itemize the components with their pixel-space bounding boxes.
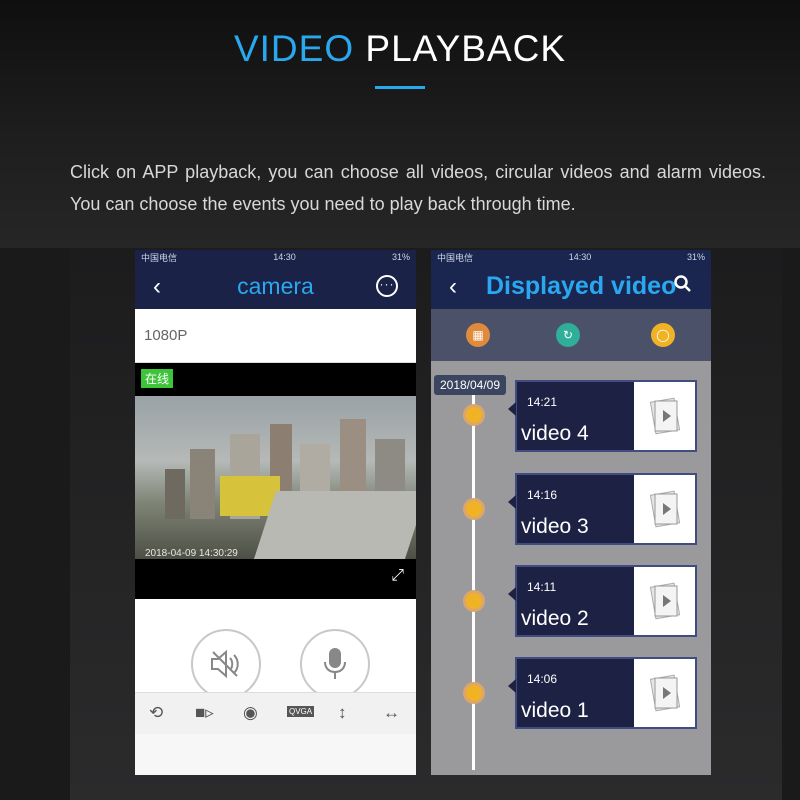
microphone-icon <box>324 648 346 679</box>
playback-screen: 中国电信 14:30 31% ‹ Displayed video ▦ ↻ ◯ 2… <box>431 250 711 775</box>
timeline-node <box>463 404 485 426</box>
all-videos-filter[interactable]: ▦ <box>466 323 490 347</box>
playback-navbar: ‹ Displayed video <box>431 264 711 309</box>
video-card[interactable]: 14:06 video 1 <box>508 657 697 729</box>
title-rest: PLAYBACK <box>365 28 567 69</box>
carrier-label: 中国电信 <box>437 252 474 263</box>
live-video[interactable]: 在线 2018-04-09 14:30:29 ⤢ <box>135 363 416 599</box>
online-badge: 在线 <box>141 369 174 388</box>
talk-button[interactable] <box>300 629 370 699</box>
video-file-icon <box>649 397 680 435</box>
playback-header: 中国电信 14:30 31% ‹ Displayed video <box>431 250 711 309</box>
video-time: 14:11 <box>527 580 557 594</box>
timeline-node <box>463 590 485 612</box>
record-icon[interactable]: ■▹ <box>195 703 214 723</box>
search-icon[interactable] <box>673 274 693 294</box>
video-thumbnail[interactable] <box>634 659 695 727</box>
timeline-node <box>463 682 485 704</box>
video-time: 14:16 <box>527 488 558 502</box>
battery-label: 31% <box>391 252 410 262</box>
circular-videos-filter[interactable]: ↻ <box>556 323 580 347</box>
status-bar: 中国电信 14:30 31% <box>431 250 711 264</box>
video-card[interactable]: 14:11 video 2 <box>508 565 697 637</box>
video-file-icon <box>649 582 680 620</box>
video-name: video 4 <box>521 422 589 445</box>
description-text: Click on APP playback, you can choose al… <box>70 162 766 214</box>
video-time: 14:21 <box>527 395 558 409</box>
date-label: 2018/04/09 <box>434 375 506 395</box>
fullscreen-icon[interactable]: ⤢ <box>391 567 404 585</box>
mute-button[interactable] <box>191 629 261 699</box>
qvga-icon[interactable]: QVGA <box>287 706 315 717</box>
video-thumbnail[interactable] <box>634 567 695 635</box>
grid-icon: ▦ <box>472 328 484 342</box>
more-icon[interactable]: ··· <box>376 275 398 297</box>
flip-horizontal-icon[interactable]: ↔ <box>383 703 400 723</box>
video-name: video 1 <box>521 699 589 722</box>
camera-title: camera <box>237 273 314 299</box>
rooftop <box>253 491 416 559</box>
camera-screen: 中国电信 14:30 31% ‹ camera ··· 1080P 在线 201… <box>135 250 416 775</box>
video-thumbnail[interactable] <box>634 382 695 450</box>
video-name: video 2 <box>521 607 589 630</box>
snapshot-icon[interactable]: ◉ <box>243 703 258 723</box>
video-thumbnail[interactable] <box>634 475 695 543</box>
playback-icon[interactable]: ⟲ <box>149 703 163 723</box>
title-accent: VIDEO <box>233 28 355 69</box>
bottom-toolbar: ⟲ ■▹ ◉ QVGA ↕ ↔ <box>135 692 416 734</box>
page-title: VIDEO PLAYBACK <box>0 28 800 70</box>
camera-feed <box>135 396 416 559</box>
filter-bar: ▦ ↻ ◯ <box>431 309 711 361</box>
timeline-node <box>463 498 485 520</box>
alarm-videos-filter[interactable]: ◯ <box>651 323 675 347</box>
alarm-icon: ◯ <box>656 328 670 342</box>
hero-section: VIDEO PLAYBACK Click on APP playback, yo… <box>0 0 800 248</box>
status-bar: 中国电信 14:30 31% <box>135 250 416 264</box>
status-time: 14:30 <box>273 252 296 262</box>
video-timestamp: 2018-04-09 14:30:29 <box>145 548 238 559</box>
video-time: 14:06 <box>527 672 558 686</box>
video-card[interactable]: 14:21 video 4 <box>508 380 697 452</box>
battery-label: 31% <box>686 252 705 262</box>
mute-icon <box>211 649 239 679</box>
carrier-label: 中国电信 <box>141 252 178 263</box>
camera-navbar: ‹ camera ··· <box>135 264 416 309</box>
flip-vertical-icon[interactable]: ↕ <box>338 703 347 723</box>
video-name: video 3 <box>521 515 589 538</box>
video-card[interactable]: 14:16 video 3 <box>508 473 697 545</box>
status-time: 14:30 <box>568 252 592 262</box>
quality-row[interactable]: 1080P <box>135 309 416 363</box>
timeline-line <box>472 380 475 770</box>
video-file-icon <box>649 490 680 528</box>
title-underline <box>375 86 425 89</box>
audio-controls: ⟲ ■▹ ◉ QVGA ↕ ↔ <box>135 599 416 734</box>
quality-label[interactable]: 1080P <box>144 327 187 344</box>
playback-title: Displayed video <box>486 272 677 300</box>
camera-header: 中国电信 14:30 31% ‹ camera ··· <box>135 250 416 309</box>
back-icon[interactable]: ‹ <box>449 273 457 301</box>
video-file-icon <box>649 674 680 712</box>
cycle-icon: ↻ <box>562 328 574 342</box>
